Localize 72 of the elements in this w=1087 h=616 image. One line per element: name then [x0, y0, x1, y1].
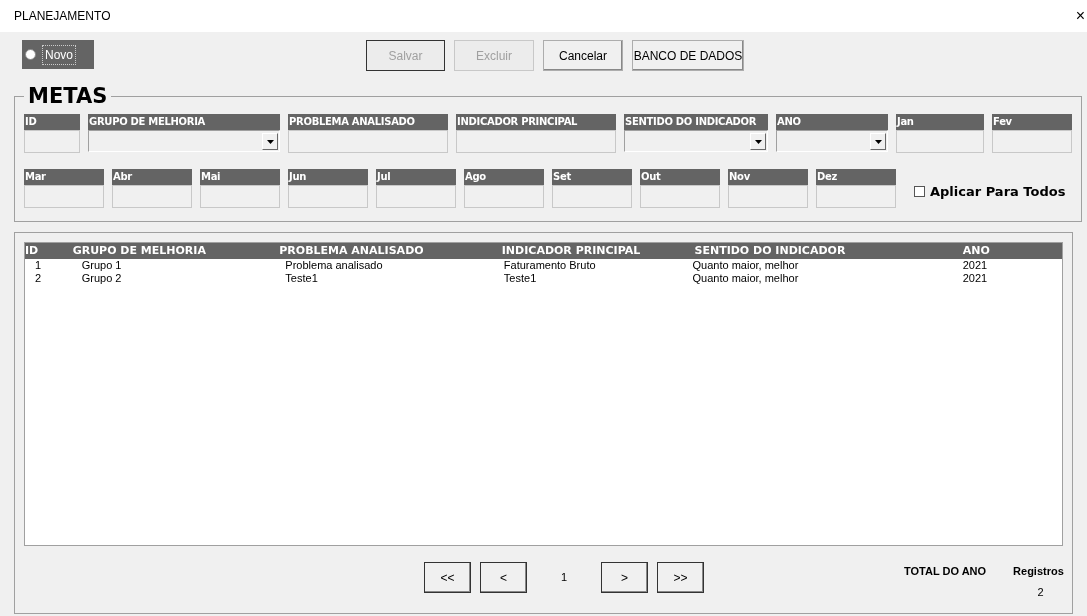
pager-button[interactable]: <<: [424, 562, 471, 593]
field-label: INDICADOR PRINCIPAL: [456, 114, 616, 130]
pager-button[interactable]: <: [480, 562, 527, 593]
records-label: Registros: [1013, 564, 1064, 579]
dropdown-field[interactable]: [88, 130, 280, 152]
caret-icon: [750, 133, 766, 150]
input-field[interactable]: [816, 185, 896, 208]
input-field[interactable]: [896, 130, 984, 153]
caret-icon: [262, 133, 278, 150]
input-field[interactable]: [552, 185, 632, 208]
section-title: METAS: [27, 84, 109, 108]
input-field[interactable]: [640, 185, 720, 208]
table-cell-text: 2021: [962, 258, 989, 274]
button[interactable]: Cancelar: [543, 40, 623, 71]
field-label: Mai: [200, 169, 280, 185]
table-cell-text: Teste1: [502, 271, 538, 287]
field-label: ID: [24, 114, 80, 130]
input-field[interactable]: [376, 185, 456, 208]
field-label: Fev: [992, 114, 1072, 130]
apply-all-checkbox[interactable]: Aplicar Para Todos: [914, 182, 1066, 202]
pager-button[interactable]: >: [601, 562, 648, 593]
table-cell-text: 1: [34, 258, 43, 274]
table-cell-text: 2: [34, 271, 43, 287]
page-number: 1: [559, 570, 569, 586]
dropdown-field[interactable]: [776, 130, 888, 152]
field-label: Jun: [288, 169, 368, 185]
field-label: Dez: [816, 169, 896, 185]
field-label: Abr: [112, 169, 192, 185]
dropdown-field[interactable]: [624, 130, 768, 152]
window-title: PLANEJAMENTO: [14, 8, 111, 25]
novo-option[interactable]: Novo: [22, 40, 94, 69]
pager-button[interactable]: >>: [657, 562, 704, 593]
field-label: Mar: [24, 169, 104, 185]
input-field[interactable]: [288, 185, 368, 208]
button[interactable]: BANCO DE DADOS: [632, 40, 744, 71]
table-cell-text: Problema analisado: [284, 258, 384, 274]
column-header: SENTIDO DO INDICADOR: [693, 242, 847, 259]
table-cell-text: Grupo 2: [80, 271, 123, 287]
close-button[interactable]: ×: [1075, 8, 1085, 24]
table-cell-text: Quanto maior, melhor: [692, 271, 800, 287]
field-label: Out: [640, 169, 720, 185]
column-header: INDICADOR PRINCIPAL: [501, 242, 642, 259]
field-label: PROBLEMA ANALISADO: [288, 114, 448, 130]
table-cell-text: Teste1: [284, 271, 319, 287]
field-label: Nov: [728, 169, 808, 185]
field-label: Ago: [464, 169, 544, 185]
field-label: GRUPO DE MELHORIA: [88, 114, 280, 130]
caret-icon: [870, 133, 886, 150]
field-label: Jan: [896, 114, 984, 130]
table-cell-text: 2021: [962, 271, 989, 287]
field-label: Jul: [376, 169, 456, 185]
column-header: GRUPO DE MELHORIA: [72, 242, 207, 259]
input-field[interactable]: [112, 185, 192, 208]
input-field[interactable]: [24, 185, 104, 208]
input-field[interactable]: [24, 130, 80, 153]
table-cell-text: Faturamento Bruto: [502, 258, 597, 274]
field-label: ANO: [776, 114, 888, 130]
records-count: 2: [1037, 584, 1044, 600]
column-header: ANO: [962, 242, 991, 259]
column-header: PROBLEMA ANALISADO: [279, 242, 425, 259]
input-field[interactable]: [456, 130, 616, 153]
column-header: ID: [25, 242, 40, 259]
table-cell-text: Grupo 1: [80, 258, 123, 274]
input-field[interactable]: [464, 185, 544, 208]
field-label: Set: [552, 169, 632, 185]
table-cell-text: Quanto maior, melhor: [692, 258, 800, 274]
input-field[interactable]: [728, 185, 808, 208]
input-field[interactable]: [288, 130, 448, 153]
input-field[interactable]: [992, 130, 1072, 153]
total-label: TOTAL DO ANO: [904, 564, 987, 579]
field-label: SENTIDO DO INDICADOR: [624, 114, 768, 130]
input-field[interactable]: [200, 185, 280, 208]
